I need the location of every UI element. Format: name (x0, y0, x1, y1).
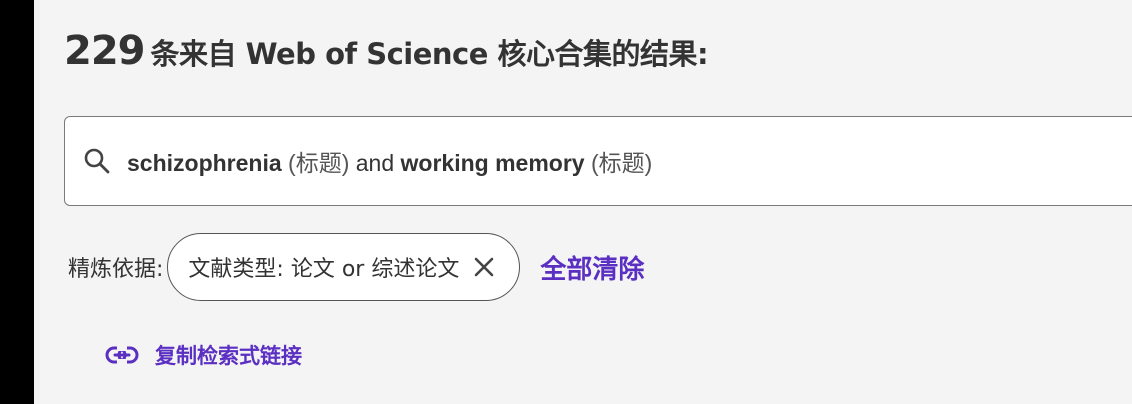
link-icon (105, 345, 139, 365)
close-icon[interactable] (473, 256, 495, 278)
refine-label: 精炼依据: (68, 257, 164, 282)
left-edge-bar (0, 0, 34, 404)
results-title: 229 条来自 Web of Science 核心合集的结果: (64, 28, 709, 74)
query-term: working memory (400, 150, 585, 176)
search-query-box[interactable]: schizophrenia (标题) and working memory (标… (64, 116, 1132, 206)
results-title-text: 条来自 Web of Science 核心合集的结果: (150, 37, 709, 71)
query-field: (标题) (590, 150, 653, 176)
clear-all-button[interactable]: 全部清除 (540, 249, 644, 286)
query-operator: and (355, 150, 395, 176)
query-term: schizophrenia (127, 150, 282, 176)
results-count: 229 (64, 28, 145, 74)
document-type-filter-chip[interactable]: 文献类型: 论文 or 综述论文 (167, 233, 521, 301)
query-field: (标题) (288, 150, 350, 176)
query-text: schizophrenia (标题) and working memory (标… (127, 144, 652, 178)
refine-row: 精炼依据: 文献类型: 论文 or 综述论文 全部清除 (68, 232, 644, 302)
filter-chip-label: 文献类型: 论文 or 综述论文 (188, 257, 460, 282)
copy-query-link-label: 复制检索式链接 (155, 344, 302, 368)
copy-query-link-button[interactable]: 复制检索式链接 (105, 340, 302, 370)
search-icon (83, 145, 115, 177)
